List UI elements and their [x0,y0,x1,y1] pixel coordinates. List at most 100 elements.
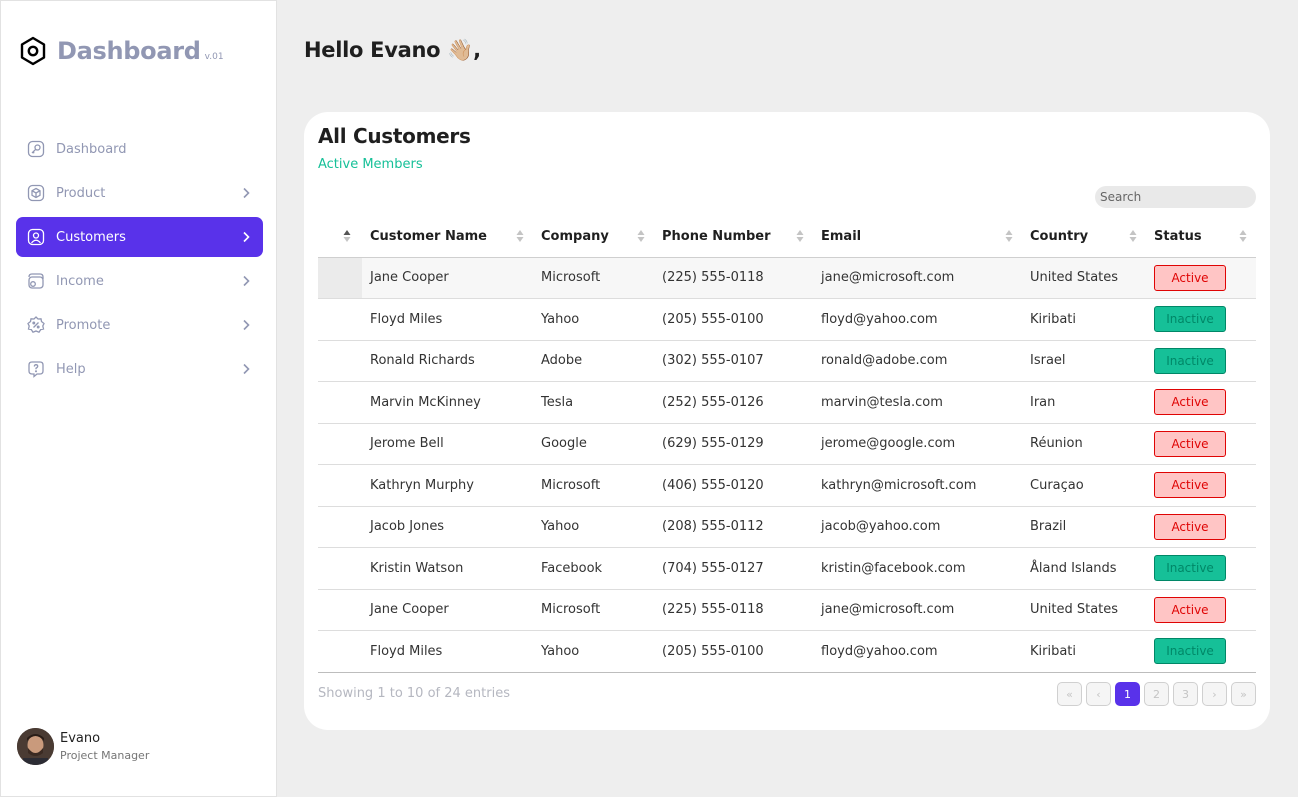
company-cell: Facebook [533,547,654,590]
row-index-cell [318,257,362,299]
column-header-label: Country [1030,228,1089,244]
prev-page-button[interactable]: ‹ [1086,682,1111,706]
country-cell: Kiribati [1022,630,1146,673]
table-row[interactable]: Jane Cooper Microsoft (225) 555-0118 jane@m… [318,257,1256,299]
phone-cell: (205) 555-0100 [654,298,813,341]
sidebar-item-label: Product [56,185,106,201]
table-row[interactable]: Ronald Richards Adobe (302) 555-0107 ronald… [318,340,1256,382]
phone-cell: (225) 555-0118 [654,257,813,299]
sidebar-item-product[interactable]: Product [16,173,263,213]
status-cell: Active [1146,464,1256,507]
sidebar-item-promote[interactable]: Promote [16,305,263,345]
status-badge[interactable]: Active [1154,430,1226,457]
country-cell: Åland Islands [1022,547,1146,590]
email-cell: floyd@yahoo.com [813,298,1022,341]
column-header-index[interactable] [318,216,362,258]
sort-icon[interactable] [637,229,645,243]
sidebar-item-income[interactable]: Income [16,261,263,301]
status-cell: Inactive [1146,630,1256,673]
email-cell: kristin@facebook.com [813,547,1022,590]
sort-icon[interactable] [516,229,524,243]
table-row[interactable]: Jerome Bell Google (629) 555-0129 jerome@go… [318,423,1256,465]
user-square-icon [26,227,46,247]
profile-role: Project Manager [60,749,150,762]
table-body: Jane Cooper Microsoft (225) 555-0118 jane@m… [318,257,1256,673]
sort-icon[interactable] [343,229,351,243]
status-cell: Active [1146,423,1256,465]
customer-name-cell: Jane Cooper [362,589,533,631]
column-header-email[interactable]: Email [813,216,1022,258]
chevron-right-icon [243,319,250,331]
avatar [17,728,54,765]
column-header-label: Customer Name [370,228,487,244]
status-cell: Active [1146,589,1256,631]
column-header-status[interactable]: Status [1146,216,1256,258]
table-row[interactable]: Jacob Jones Yahoo (208) 555-0112 jacob@yaho… [318,506,1256,548]
status-badge[interactable]: Inactive [1154,638,1226,665]
last-page-button[interactable]: » [1231,682,1256,706]
status-badge[interactable]: Inactive [1154,306,1226,333]
status-badge[interactable]: Active [1154,472,1226,499]
row-index-cell [318,506,362,548]
email-cell: floyd@yahoo.com [813,630,1022,673]
sidebar-item-label: Dashboard [56,141,127,157]
customer-name-cell: Jerome Bell [362,423,533,465]
page-1-button[interactable]: 1 [1115,682,1140,706]
company-cell: Yahoo [533,630,654,673]
row-index-cell [318,589,362,631]
status-badge[interactable]: Active [1154,264,1226,291]
status-badge[interactable]: Active [1154,513,1226,540]
first-page-button[interactable]: « [1057,682,1082,706]
sort-icon[interactable] [796,229,804,243]
column-header-phone-number[interactable]: Phone Number [654,216,813,258]
brand[interactable]: Dashboard v.01 [18,36,224,66]
company-cell: Tesla [533,381,654,424]
country-cell: Curaçao [1022,464,1146,507]
next-page-button[interactable]: › [1202,682,1227,706]
status-badge[interactable]: Inactive [1154,555,1226,582]
table-row[interactable]: Jane Cooper Microsoft (225) 555-0118 jane@m… [318,589,1256,631]
column-header-company[interactable]: Company [533,216,654,258]
company-cell: Microsoft [533,464,654,507]
status-badge[interactable]: Active [1154,389,1226,416]
row-index-cell [318,547,362,590]
status-badge[interactable]: Inactive [1154,347,1226,374]
sidebar-item-help[interactable]: Help [16,349,263,389]
discount-icon [26,315,46,335]
table-row[interactable]: Floyd Miles Yahoo (205) 555-0100 floyd@yaho… [318,630,1256,673]
user-profile[interactable]: Evano Project Manager [17,728,149,765]
row-index-cell [318,298,362,341]
card-title: All Customers [318,124,471,148]
sort-icon[interactable] [1005,229,1013,243]
customer-name-cell: Kathryn Murphy [362,464,533,507]
search-input[interactable] [1095,186,1256,208]
column-header-customer-name[interactable]: Customer Name [362,216,533,258]
sidebar-item-dashboard[interactable]: Dashboard [16,129,263,169]
sidebar-item-customers[interactable]: Customers [16,217,263,257]
email-cell: marvin@tesla.com [813,381,1022,424]
column-header-label: Phone Number [662,228,771,244]
table-row[interactable]: Floyd Miles Yahoo (205) 555-0100 floyd@yaho… [318,298,1256,341]
table-row[interactable]: Marvin McKinney Tesla (252) 555-0126 marvin… [318,381,1256,424]
phone-cell: (629) 555-0129 [654,423,813,465]
company-cell: Google [533,423,654,465]
table-row[interactable]: Kristin Watson Facebook (704) 555-0127 kris… [318,547,1256,590]
email-cell: jerome@google.com [813,423,1022,465]
phone-cell: (302) 555-0107 [654,340,813,382]
customer-name-cell: Marvin McKinney [362,381,533,424]
status-badge[interactable]: Active [1154,596,1226,623]
column-header-country[interactable]: Country [1022,216,1146,258]
customer-name-cell: Kristin Watson [362,547,533,590]
chevron-right-icon [243,275,250,287]
page-3-button[interactable]: 3 [1173,682,1198,706]
card-subtitle[interactable]: Active Members [318,157,423,172]
country-cell: United States [1022,257,1146,299]
company-cell: Yahoo [533,506,654,548]
email-cell: jacob@yahoo.com [813,506,1022,548]
page-2-button[interactable]: 2 [1144,682,1169,706]
table-header-row: Customer Name Company Phone Number Email Cou… [318,216,1256,258]
table-row[interactable]: Kathryn Murphy Microsoft (406) 555-0120 kat… [318,464,1256,507]
phone-cell: (252) 555-0126 [654,381,813,424]
sort-icon[interactable] [1129,229,1137,243]
sort-icon[interactable] [1239,229,1247,243]
